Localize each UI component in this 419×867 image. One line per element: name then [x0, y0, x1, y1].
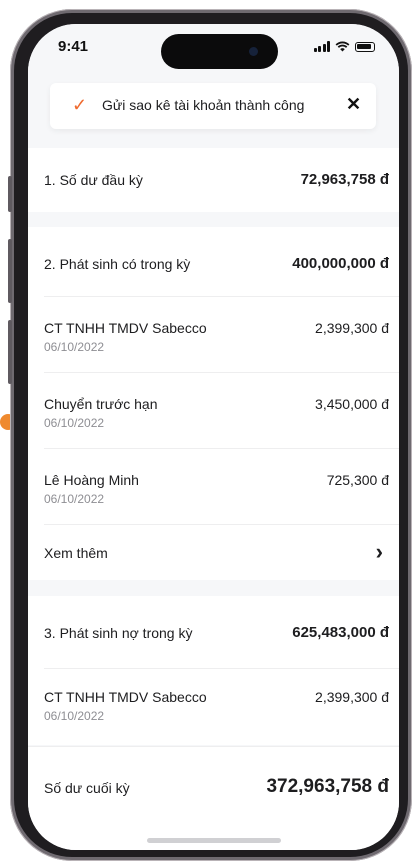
home-indicator[interactable]	[147, 838, 281, 843]
debits-card: 3. Phát sinh nợ trong kỳ 625,483,000 đ C…	[28, 596, 399, 745]
closing-balance-card: Số dư cuối kỳ 372,963,758 đ	[28, 746, 399, 850]
camera-icon	[249, 47, 258, 56]
transaction-name: Chuyển trước hạn	[44, 396, 158, 412]
credits-total: 400,000,000 đ	[292, 255, 389, 272]
battery-icon	[355, 41, 375, 52]
transaction-name: CT TNHH TMDV Sabecco	[44, 320, 207, 336]
status-icons	[313, 41, 375, 52]
transaction-name: Lê Hoàng Minh	[44, 472, 139, 488]
wifi-icon	[335, 41, 350, 52]
transaction-date: 06/10/2022	[44, 492, 105, 506]
closing-balance-label: Số dư cuối kỳ	[44, 780, 130, 796]
see-more-row[interactable]: Xem thêm ›	[28, 525, 399, 580]
status-bar: 9:41	[28, 24, 399, 80]
opening-balance-card: 1. Số dư đầu kỳ 72,963,758 đ	[28, 148, 399, 212]
transaction-name: CT TNHH TMDV Sabecco	[44, 689, 207, 705]
transaction-amount: 725,300 đ	[326, 472, 389, 488]
mute-switch	[8, 176, 12, 212]
debits-label: 3. Phát sinh nợ trong kỳ	[44, 625, 193, 641]
transaction-date: 06/10/2022	[44, 340, 105, 354]
status-time: 9:41	[58, 38, 89, 55]
opening-balance-label: 1. Số dư đầu kỳ	[44, 172, 143, 188]
debits-total: 625,483,000 đ	[292, 624, 389, 641]
opening-balance-row: 1. Số dư đầu kỳ 72,963,758 đ	[28, 148, 399, 212]
closing-balance-value: 372,963,758 đ	[266, 776, 389, 797]
close-icon[interactable]: ✕	[346, 94, 361, 115]
see-more-label: Xem thêm	[44, 545, 108, 561]
opening-balance-value: 72,963,758 đ	[300, 171, 389, 188]
credits-card: 2. Phát sinh có trong kỳ 400,000,000 đ C…	[28, 227, 399, 580]
transaction-date: 06/10/2022	[44, 416, 105, 430]
volume-down-button	[8, 320, 12, 384]
cellular-signal-icon	[313, 41, 330, 52]
transaction-amount: 2,399,300 đ	[315, 689, 389, 705]
transaction-amount: 2,399,300 đ	[315, 320, 389, 336]
credits-header-row: 2. Phát sinh có trong kỳ 400,000,000 đ	[28, 227, 399, 296]
dynamic-island	[161, 34, 278, 69]
transaction-date: 06/10/2022	[44, 709, 105, 723]
credit-transaction-row[interactable]: Lê Hoàng Minh 06/10/2022 725,300 đ	[28, 449, 399, 524]
credit-transaction-row[interactable]: Chuyển trước hạn 06/10/2022 3,450,000 đ	[28, 373, 399, 448]
app-screen: 9:41 ✓ Gửi sao kê tài khoản thành công ✕…	[28, 24, 399, 850]
success-toast: ✓ Gửi sao kê tài khoản thành công ✕	[50, 83, 376, 129]
chevron-right-icon: ›	[375, 539, 383, 564]
credit-transaction-row[interactable]: CT TNHH TMDV Sabecco 06/10/2022 2,399,30…	[28, 297, 399, 372]
volume-up-button	[8, 239, 12, 303]
toast-message: Gửi sao kê tài khoản thành công	[102, 97, 305, 113]
credits-label: 2. Phát sinh có trong kỳ	[44, 256, 191, 272]
transaction-amount: 3,450,000 đ	[315, 396, 389, 412]
check-icon: ✓	[72, 95, 88, 115]
debit-transaction-row[interactable]: CT TNHH TMDV Sabecco 06/10/2022 2,399,30…	[28, 669, 399, 745]
debits-header-row: 3. Phát sinh nợ trong kỳ 625,483,000 đ	[28, 596, 399, 668]
